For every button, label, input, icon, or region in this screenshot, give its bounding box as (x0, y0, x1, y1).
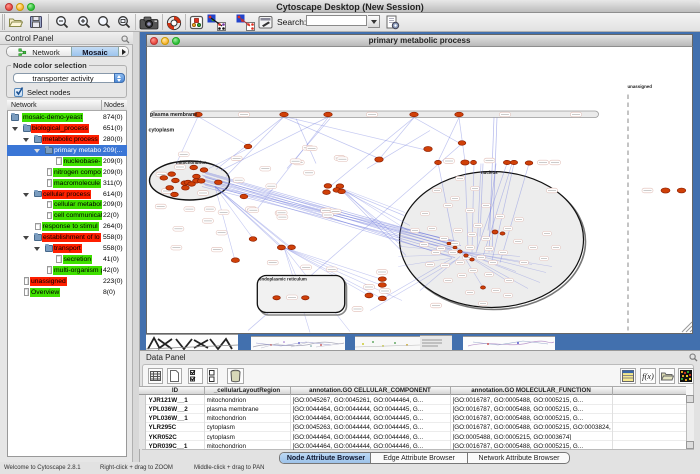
svg-text:mitochondrion: mitochondrion (176, 160, 207, 165)
svg-text:nucleus: nucleus (481, 170, 498, 175)
svg-text:plasma membrane: plasma membrane (150, 112, 197, 118)
svg-text:endoplasmic reticulum: endoplasmic reticulum (259, 276, 307, 281)
svg-text:cytoplasm: cytoplasm (149, 127, 175, 133)
svg-text:unassigned: unassigned (628, 84, 653, 89)
